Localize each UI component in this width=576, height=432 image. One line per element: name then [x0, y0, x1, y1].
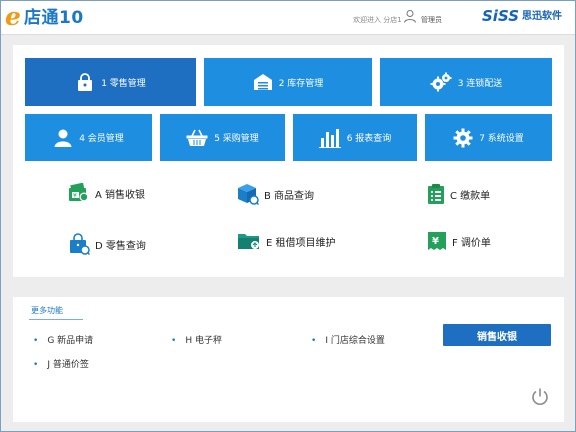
tile-inventory-management[interactable]: 2 库存管理	[204, 58, 372, 106]
svg-text:¥: ¥	[73, 193, 77, 200]
tile-label: 3 连锁配送	[457, 78, 503, 89]
tile-chain-distribution[interactable]: 3 连锁配送	[380, 58, 552, 106]
member-icon	[54, 129, 72, 147]
tile-label: 4 会员管理	[79, 134, 124, 144]
more-item-label: J 普通价签	[47, 360, 89, 370]
sales-checkout-button[interactable]: 销售收银	[443, 324, 551, 346]
tile-label: 7 系统设置	[479, 134, 524, 144]
bag-search-icon	[70, 233, 90, 255]
quick-sales-checkout[interactable]: ¥ A 销售收银	[68, 183, 145, 203]
bullet-icon: •	[171, 336, 177, 346]
tile-label: 1 零售管理	[101, 78, 146, 89]
receipt-icon: ¥	[428, 232, 446, 250]
lock-bag-icon	[78, 73, 93, 91]
quick-label: C 缴款单	[450, 190, 491, 202]
more-item-label: I 门店综合设置	[325, 336, 385, 346]
more-functions-panel: 更多功能 • G 新品申请 • H 电子秤 • I 门店综合设置 • J 普通价…	[13, 297, 564, 422]
bullet-icon: •	[33, 336, 39, 346]
more-item-label: G 新品申请	[47, 336, 94, 346]
tile-report-query[interactable]: 6 报表查询	[293, 114, 417, 161]
header-bar: e 店通10 欢迎进入 分店1 管理员 SiSS 思迅软件	[1, 1, 575, 35]
quick-rental-maintenance[interactable]: E 租借项目维护	[237, 231, 336, 251]
quick-payment-slip[interactable]: C 缴款单	[427, 183, 490, 205]
basket-icon	[186, 129, 208, 146]
tile-member-management[interactable]: 4 会员管理	[25, 114, 152, 161]
logo-e-icon: e	[5, 2, 21, 31]
quick-product-query[interactable]: B 商品查询	[237, 183, 314, 205]
tile-label: 6 报表查询	[346, 134, 392, 144]
warehouse-icon	[253, 74, 272, 90]
gear-icon	[453, 128, 473, 147]
svg-text:¥: ¥	[432, 236, 439, 247]
app-logo-name: 店通10	[24, 8, 84, 28]
quick-label: D 零售查询	[95, 240, 146, 252]
wallet-icon: ¥	[69, 183, 89, 202]
bullet-icon: •	[311, 336, 317, 346]
user-icon[interactable]	[403, 9, 417, 23]
quick-price-adjustment[interactable]: ¥ F 调价单	[427, 231, 491, 251]
more-item-store-settings[interactable]: • I 门店综合设置	[311, 335, 385, 347]
more-item-label: H 电子秤	[185, 336, 222, 346]
tile-system-settings[interactable]: 7 系统设置	[425, 114, 552, 161]
quick-retail-query[interactable]: D 零售查询	[68, 233, 146, 255]
quick-label: F 调价单	[452, 237, 491, 249]
box-icon	[238, 184, 259, 205]
brand-name: 思迅软件	[522, 11, 562, 22]
tile-label: 5 采购管理	[214, 134, 259, 144]
brand-logo: SiSS	[482, 7, 520, 25]
tile-retail-management[interactable]: 1 零售管理	[25, 58, 196, 106]
app-window: e 店通10 欢迎进入 分店1 管理员 SiSS 思迅软件 1 零售管理 2 库…	[0, 0, 576, 432]
bar-chart-icon	[318, 128, 341, 148]
gears-icon	[430, 72, 452, 92]
tile-label: 2 库存管理	[278, 78, 324, 89]
quick-label: B 商品查询	[264, 190, 315, 202]
clipboard-icon	[428, 184, 444, 204]
bullet-icon: •	[33, 360, 39, 370]
folder-icon	[238, 234, 259, 249]
quick-label: E 租借项目维护	[266, 237, 336, 249]
user-role-text[interactable]: 管理员	[421, 15, 442, 25]
more-item-new-product[interactable]: • G 新品申请	[33, 335, 93, 347]
power-icon[interactable]	[530, 387, 550, 407]
tile-purchase-management[interactable]: 5 采购管理	[160, 114, 285, 161]
welcome-text: 欢迎进入 分店1	[353, 16, 402, 24]
quick-label: A 销售收银	[95, 189, 146, 201]
more-functions-underline	[29, 319, 83, 320]
more-item-electronic-scale[interactable]: • H 电子秤	[171, 335, 222, 347]
more-functions-title: 更多功能	[31, 306, 63, 315]
more-item-price-tag[interactable]: • J 普通价签	[33, 359, 89, 371]
main-panel: 1 零售管理 2 库存管理 3 连锁配送 4 会员管理 5 采购管理 6 报表查…	[13, 45, 564, 277]
